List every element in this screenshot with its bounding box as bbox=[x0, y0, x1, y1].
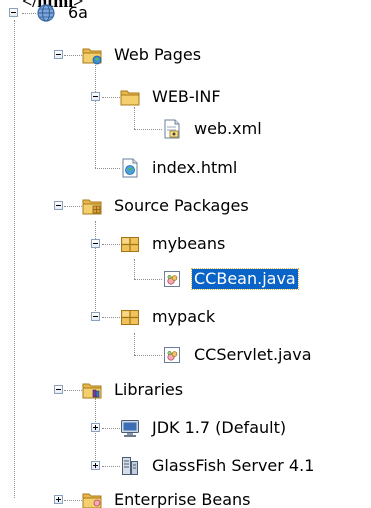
tree-node-label: index.html bbox=[152, 158, 238, 177]
tree-line bbox=[102, 244, 120, 245]
jdk-monitor-icon bbox=[120, 418, 140, 438]
tree-node-label: Libraries bbox=[114, 380, 184, 399]
web-folder-icon bbox=[82, 45, 102, 65]
tree-node-label-selected: CCBean.java bbox=[191, 268, 299, 290]
folder-icon bbox=[120, 87, 140, 107]
tree-line bbox=[102, 466, 120, 467]
tree-node-label: GlassFish Server 4.1 bbox=[152, 456, 315, 475]
tree-line bbox=[64, 55, 82, 56]
tree-line bbox=[64, 500, 82, 501]
tree-line bbox=[95, 168, 120, 169]
tree-node-web-xml[interactable]: web.xml bbox=[162, 117, 264, 141]
tree-line bbox=[134, 279, 162, 280]
tree-line bbox=[14, 20, 15, 498]
project-tree-panel: </html> 6a Web Pages WEB-INF web.xml ind… bbox=[0, 0, 371, 508]
tree-node-label: Source Packages bbox=[114, 196, 249, 215]
beans-folder-icon bbox=[82, 490, 102, 508]
java-file-icon bbox=[162, 269, 182, 289]
package-icon bbox=[120, 234, 140, 254]
tree-node-label: WEB-INF bbox=[152, 87, 221, 106]
tree-node-jdk[interactable]: JDK 1.7 (Default) bbox=[120, 416, 288, 440]
tree-node-label: mybeans bbox=[152, 234, 226, 253]
collapse-toggle-web-inf[interactable] bbox=[91, 92, 100, 101]
tree-node-mybeans[interactable]: mybeans bbox=[120, 232, 227, 256]
tree-node-label: 6a bbox=[68, 3, 88, 22]
tree-line bbox=[95, 398, 96, 466]
tree-node-glassfish[interactable]: GlassFish Server 4.1 bbox=[120, 454, 316, 478]
tree-line bbox=[102, 428, 120, 429]
tree-line bbox=[64, 390, 82, 391]
tree-node-ccbean[interactable]: CCBean.java bbox=[162, 267, 299, 291]
package-icon bbox=[120, 307, 140, 327]
tree-node-web-pages[interactable]: Web Pages bbox=[82, 43, 203, 67]
tree-line bbox=[22, 13, 36, 14]
tree-line bbox=[134, 129, 162, 130]
globe-project-icon bbox=[36, 3, 56, 23]
html-file-icon bbox=[120, 158, 140, 178]
tree-line bbox=[134, 259, 135, 279]
source-folder-icon bbox=[82, 196, 102, 216]
tree-node-index-html[interactable]: index.html bbox=[120, 156, 239, 180]
library-folder-icon bbox=[82, 380, 102, 400]
tree-node-mypack[interactable]: mypack bbox=[120, 305, 217, 329]
expand-toggle-glassfish[interactable] bbox=[91, 461, 100, 470]
tree-line bbox=[134, 333, 135, 355]
collapse-toggle-project[interactable] bbox=[9, 8, 18, 17]
collapse-toggle-libraries[interactable] bbox=[54, 385, 63, 394]
tree-line bbox=[102, 97, 120, 98]
tree-node-label: Web Pages bbox=[114, 45, 202, 64]
tree-node-enterprise-beans[interactable]: Enterprise Beans bbox=[82, 488, 253, 508]
tree-line bbox=[64, 206, 82, 207]
tree-node-label: CCServlet.java bbox=[194, 345, 312, 364]
collapse-toggle-web-pages[interactable] bbox=[54, 50, 63, 59]
tree-node-libraries[interactable]: Libraries bbox=[82, 378, 185, 402]
tree-line bbox=[102, 317, 120, 318]
tree-line bbox=[134, 107, 135, 129]
expand-toggle-jdk[interactable] bbox=[91, 423, 100, 432]
tree-node-project[interactable]: 6a bbox=[36, 1, 90, 25]
tree-line bbox=[95, 65, 96, 168]
tree-node-web-inf[interactable]: WEB-INF bbox=[120, 85, 223, 109]
collapse-toggle-mypack[interactable] bbox=[91, 312, 100, 321]
collapse-toggle-source-packages[interactable] bbox=[54, 201, 63, 210]
tree-node-ccservlet[interactable]: CCServlet.java bbox=[162, 343, 314, 367]
expand-toggle-enterprise-beans[interactable] bbox=[54, 495, 63, 504]
tree-line bbox=[95, 221, 96, 317]
tree-node-label: JDK 1.7 (Default) bbox=[152, 418, 287, 437]
tree-node-label: mypack bbox=[152, 307, 216, 326]
server-library-icon bbox=[120, 456, 140, 476]
tree-node-source-packages[interactable]: Source Packages bbox=[82, 194, 251, 218]
tree-line bbox=[134, 355, 162, 356]
xml-file-icon bbox=[162, 119, 182, 139]
tree-node-label: Enterprise Beans bbox=[114, 490, 251, 508]
java-file-icon bbox=[162, 345, 182, 365]
tree-node-label: web.xml bbox=[194, 119, 262, 138]
collapse-toggle-mybeans[interactable] bbox=[91, 239, 100, 248]
